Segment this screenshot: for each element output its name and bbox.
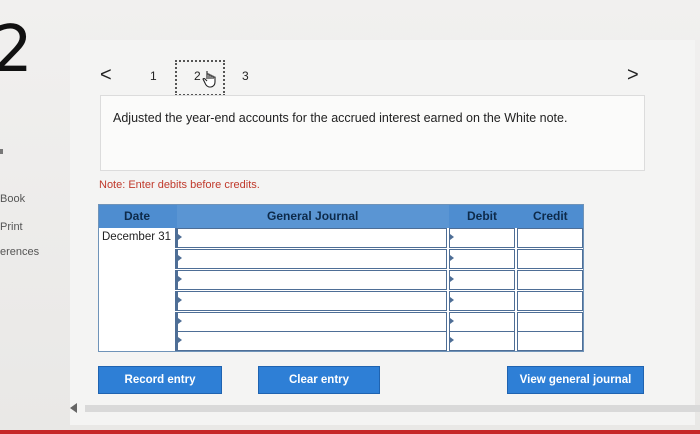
print-link[interactable]: Print (0, 221, 23, 233)
dropdown-marker-icon (450, 255, 454, 261)
account-input[interactable] (177, 291, 447, 311)
question-box: Adjusted the year-end accounts for the a… (100, 95, 645, 171)
table-row (99, 291, 583, 311)
dropdown-marker-icon (450, 234, 454, 240)
page-3-button[interactable]: 3 (242, 69, 249, 83)
credit-input[interactable] (517, 228, 583, 248)
left-rail: 2 Book Print erences (0, 0, 58, 434)
rail-marker (0, 149, 3, 154)
dropdown-marker-icon (178, 234, 182, 240)
debit-input[interactable] (449, 228, 515, 248)
account-input[interactable] (177, 270, 447, 290)
dropdown-marker-icon (450, 276, 454, 282)
dropdown-marker-icon (450, 337, 454, 343)
debit-input[interactable] (449, 331, 515, 351)
credit-header: Credit (517, 205, 583, 228)
table-row (99, 312, 583, 332)
account-input[interactable] (177, 228, 447, 248)
book-link[interactable]: Book (0, 193, 25, 205)
view-general-journal-button[interactable]: View general journal (507, 366, 644, 394)
page-2-button[interactable]: 2 (194, 69, 201, 83)
instruction-note: Note: Enter debits before credits. (99, 179, 260, 191)
dropdown-marker-icon (450, 318, 454, 324)
debit-header: Debit (449, 205, 517, 228)
dropdown-marker-icon (178, 276, 182, 282)
dropdown-marker-icon (450, 297, 454, 303)
date-header: Date (99, 205, 177, 228)
debit-input[interactable] (449, 270, 515, 290)
question-number: 2 (0, 13, 33, 87)
page-1-button[interactable]: 1 (150, 69, 157, 83)
prev-page-button[interactable]: < (100, 64, 112, 87)
date-cell[interactable] (99, 291, 177, 311)
date-cell[interactable] (99, 270, 177, 290)
date-cell[interactable]: December 31 (99, 228, 177, 248)
date-cell[interactable] (99, 249, 177, 269)
dropdown-marker-icon (178, 297, 182, 303)
credit-input[interactable] (517, 249, 583, 269)
account-input[interactable] (177, 249, 447, 269)
credit-input[interactable] (517, 331, 583, 351)
table-row: December 31 (99, 228, 583, 248)
references-link[interactable]: erences (0, 246, 39, 258)
date-cell[interactable] (99, 312, 177, 332)
horizontal-scrollbar[interactable] (85, 405, 700, 412)
question-text: Adjusted the year-end accounts for the a… (113, 111, 568, 125)
scroll-left-arrow-icon[interactable] (70, 403, 77, 413)
journal-entry-table: Date General Journal Debit Credit Decemb… (98, 204, 584, 352)
credit-input[interactable] (517, 270, 583, 290)
dropdown-marker-icon (178, 337, 182, 343)
debit-input[interactable] (449, 312, 515, 332)
debit-input[interactable] (449, 291, 515, 311)
date-cell[interactable] (99, 331, 177, 351)
pointer-hand-icon (202, 71, 216, 88)
debit-input[interactable] (449, 249, 515, 269)
table-row (99, 270, 583, 290)
account-header: General Journal (177, 205, 449, 228)
bottom-accent-bar (0, 430, 700, 434)
dropdown-marker-icon (178, 255, 182, 261)
account-input[interactable] (177, 312, 447, 332)
table-row (99, 331, 583, 351)
credit-input[interactable] (517, 291, 583, 311)
main-panel: < 1 2 3 > Adjusted the year-end accounts… (70, 40, 695, 425)
clear-entry-button[interactable]: Clear entry (258, 366, 380, 394)
credit-input[interactable] (517, 312, 583, 332)
next-page-button[interactable]: > (627, 64, 639, 87)
record-entry-button[interactable]: Record entry (98, 366, 222, 394)
account-input[interactable] (177, 331, 447, 351)
table-row (99, 249, 583, 269)
dropdown-marker-icon (178, 318, 182, 324)
